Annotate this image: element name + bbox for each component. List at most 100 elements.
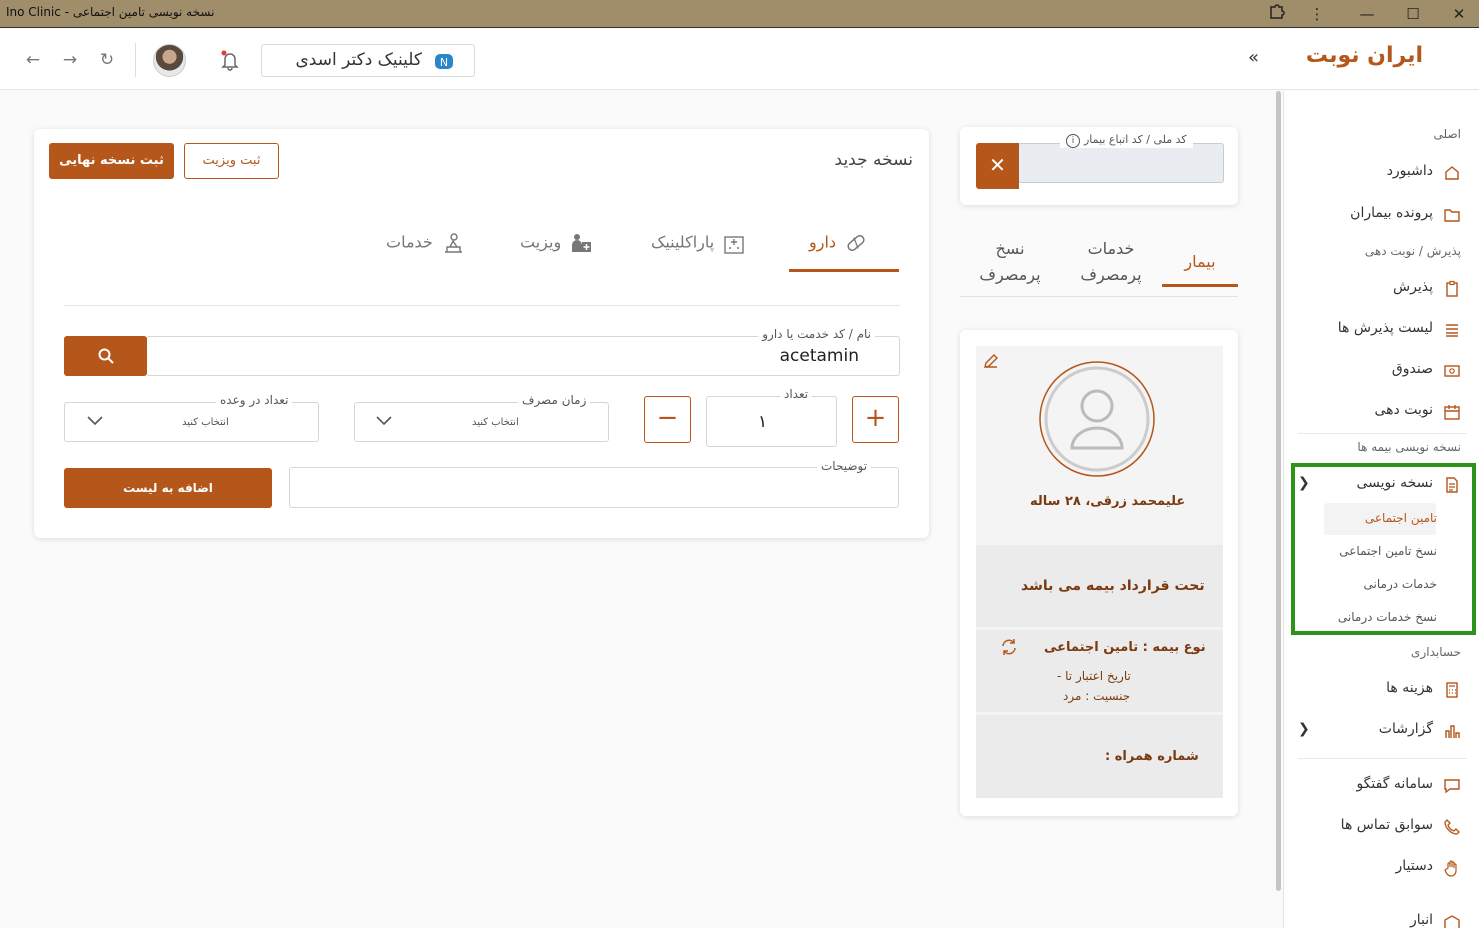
- app-header: ایران نوبت « کلینیک دکتر اسدی N ↻ → ←: [0, 29, 1479, 90]
- patient-avatar-icon: [1039, 361, 1155, 477]
- sidebar-item-reports[interactable]: گزارشات ❮: [1296, 718, 1461, 744]
- tab-visit-label: ویزیت: [520, 232, 562, 252]
- forward-arrow-icon[interactable]: →: [60, 50, 80, 70]
- patient-gender: جنسیت : مرد: [1063, 689, 1131, 703]
- tabs-divider: [64, 305, 900, 306]
- sidebar-section-reception: پذیرش / نوبت دهی: [1364, 244, 1461, 258]
- patient-id-input[interactable]: [1018, 143, 1224, 183]
- user-avatar[interactable]: [153, 44, 186, 77]
- decrease-quantity-button[interactable]: −: [644, 396, 691, 443]
- patient-name: علیمحمد زرقی، ۲۸ ساله: [1030, 494, 1186, 509]
- submit-visit-button[interactable]: ثبت ویزیت: [184, 143, 279, 179]
- search-button[interactable]: [64, 336, 147, 376]
- calendar-icon: [1444, 405, 1460, 420]
- clinic-name: کلینیک دکتر اسدی: [295, 50, 422, 70]
- sidebar-item-warehouse[interactable]: انبار: [1296, 909, 1461, 928]
- pill-icon: [847, 235, 865, 251]
- submit-final-prescription-button[interactable]: ثبت نسخه نهایی: [49, 143, 174, 179]
- bar-chart-icon: [1445, 725, 1460, 738]
- sidebar-divider: [1298, 433, 1467, 434]
- tab-drug-label: دارو: [809, 232, 837, 252]
- prescription-title: نسخه جدید: [834, 150, 913, 170]
- info-icon[interactable]: i: [1066, 134, 1080, 148]
- home-icon: [1445, 166, 1459, 180]
- back-arrow-icon[interactable]: ←: [23, 50, 43, 70]
- sidebar-item-expenses[interactable]: هزینه ها: [1296, 677, 1461, 703]
- sidebar-item-cashbox[interactable]: صندوق: [1296, 358, 1461, 384]
- tab-drug[interactable]: دارو: [809, 232, 868, 254]
- active-tab-underline: [1162, 284, 1238, 287]
- sidebar-item-appointments[interactable]: نوبت دهی: [1296, 399, 1461, 425]
- maximize-icon[interactable]: ☐: [1401, 3, 1425, 25]
- chevron-down-icon: [87, 416, 103, 426]
- clinic-selector[interactable]: کلینیک دکتر اسدی N: [261, 44, 475, 77]
- tab-visit[interactable]: ویزیت: [520, 232, 593, 254]
- collapse-sidebar-icon[interactable]: «: [1248, 47, 1259, 68]
- patient-id-label: کد ملی / کد اتباع بیمار i: [1060, 133, 1193, 148]
- notes-input[interactable]: [289, 467, 899, 508]
- sidebar-divider: [1298, 758, 1467, 759]
- sidebar-item-label: صندوق: [1391, 361, 1433, 377]
- sidebar-item-call-history[interactable]: سوابق تماس ها: [1296, 814, 1461, 840]
- warehouse-icon: [1444, 915, 1460, 928]
- quantity-input[interactable]: [706, 396, 837, 447]
- sidebar-item-dashboard[interactable]: داشبورد: [1296, 160, 1461, 186]
- highlight-box: [1291, 463, 1476, 635]
- chevron-left-icon: ❮: [1298, 721, 1310, 737]
- tab-paraclinic[interactable]: پاراکلینیک: [651, 232, 746, 254]
- more-icon[interactable]: ⋮: [1305, 3, 1329, 25]
- drug-search-label: نام / کد خدمت یا دارو: [758, 327, 875, 341]
- minimize-icon[interactable]: —: [1355, 3, 1379, 25]
- tab-patient[interactable]: بیمار: [1162, 249, 1238, 275]
- folder-icon: [1444, 209, 1460, 222]
- edit-pencil-icon[interactable]: [982, 352, 1000, 370]
- sidebar-item-label: سامانه گفتگو: [1356, 776, 1433, 792]
- sidebar-item-patient-files[interactable]: پرونده بیماران: [1296, 202, 1461, 228]
- sidebar-item-chat[interactable]: سامانه گفتگو: [1296, 773, 1461, 799]
- sidebar-item-reception[interactable]: پذیرش: [1296, 276, 1461, 302]
- per-dose-label: تعداد در وعده: [216, 393, 293, 407]
- insurance-type: نوع بیمه : تامین اجتماعی: [1044, 640, 1206, 655]
- clipboard-icon: [1446, 280, 1458, 297]
- close-icon[interactable]: ✕: [1447, 3, 1471, 25]
- extension-icon[interactable]: [1265, 3, 1289, 25]
- usage-time-label: زمان مصرف: [518, 393, 591, 407]
- active-tab-underline: [789, 269, 899, 272]
- increase-quantity-button[interactable]: +: [852, 396, 899, 443]
- page-scrollbar[interactable]: [1276, 91, 1281, 891]
- patient-phone: شماره همراه :: [1105, 749, 1199, 764]
- tab-services[interactable]: خدمات: [386, 232, 465, 254]
- sidebar-section-accounting: حسابداری: [1411, 645, 1461, 659]
- sidebar-item-label: انبار: [1409, 912, 1433, 928]
- notification-bell-icon[interactable]: [219, 49, 241, 71]
- per-dose-placeholder: انتخاب کنید: [182, 417, 229, 428]
- sidebar-section-insurance: نسخه نویسی بیمه ها: [1357, 440, 1461, 454]
- sidebar-item-label: نوبت دهی: [1374, 402, 1433, 418]
- doctor-visit-icon: [572, 234, 592, 252]
- sync-icon[interactable]: [999, 638, 1019, 656]
- search-icon: [98, 348, 114, 364]
- drug-search-value: acetamin: [779, 346, 859, 366]
- phone-icon: [1444, 819, 1460, 835]
- window-titlebar: Ino Clinic - نسخه نویسی تامین اجتماعی ⋮ …: [0, 0, 1479, 28]
- tab-frequent-services[interactable]: خدمات پرمصرف: [1076, 236, 1146, 288]
- patient-id-label-text: کد ملی / کد اتباع بیمار: [1084, 133, 1187, 146]
- sidebar-item-label: لیست پذیرش ها: [1337, 320, 1433, 336]
- clinic-logo-icon: N: [435, 54, 453, 69]
- contract-status: تحت قرارداد بیمه می باشد: [1021, 578, 1205, 594]
- header-divider: [135, 43, 136, 77]
- quantity-value: ۱: [758, 412, 768, 432]
- refresh-icon[interactable]: ↻: [97, 50, 117, 70]
- notes-label: توضیحات: [817, 459, 872, 473]
- sidebar-item-reception-list[interactable]: لیست پذیرش ها: [1296, 317, 1461, 343]
- clear-patient-button[interactable]: ✕: [976, 143, 1019, 189]
- chat-icon: [1444, 779, 1460, 794]
- app-logo[interactable]: ایران نوبت: [1306, 43, 1423, 68]
- add-to-list-button[interactable]: اضافه به لیست: [64, 468, 272, 508]
- tab-frequent-prescriptions[interactable]: نسخ پرمصرف: [975, 236, 1045, 288]
- sidebar-item-assistant[interactable]: دستیار: [1296, 855, 1461, 881]
- window-title: Ino Clinic - نسخه نویسی تامین اجتماعی: [6, 5, 215, 19]
- sidebar-item-label: هزینه ها: [1386, 680, 1433, 696]
- sidebar-item-label: پرونده بیماران: [1350, 205, 1433, 221]
- tabs-divider: [960, 296, 1238, 297]
